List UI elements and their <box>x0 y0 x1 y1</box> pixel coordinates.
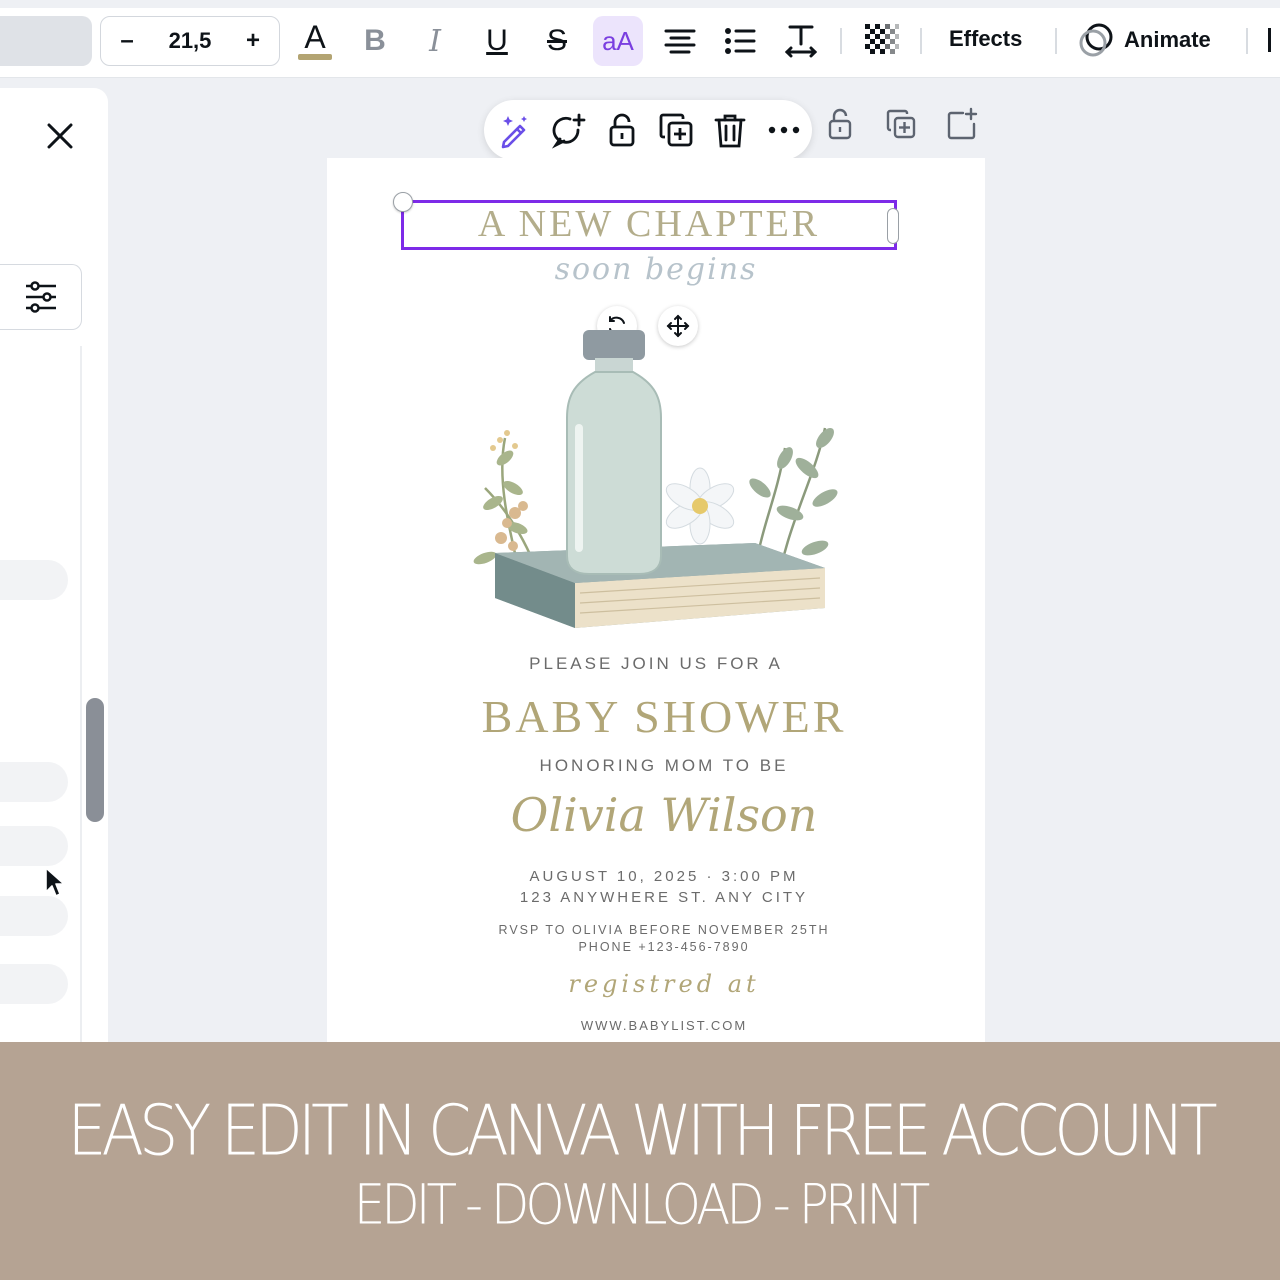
strikethrough-icon: S <box>546 24 567 57</box>
animate-icon <box>1079 23 1113 57</box>
bullet-list-icon <box>725 28 756 54</box>
resize-handle-side[interactable] <box>887 208 899 244</box>
list-button[interactable] <box>715 16 765 66</box>
font-size-increase-button[interactable]: + <box>243 27 263 55</box>
list-item-placeholder <box>0 560 68 600</box>
toolbar-divider <box>1055 28 1057 54</box>
rsvp-text[interactable]: RVSP TO OLIVIA BEFORE NOVEMBER 25TH PHON… <box>327 922 1001 956</box>
toolbar-divider <box>840 28 842 54</box>
honoring-line-text[interactable]: HONORING MOM TO BE <box>327 756 1001 776</box>
date-line: AUGUST 10, 2025 · 3:00 PM <box>529 868 799 885</box>
more-options-icon[interactable] <box>764 110 804 150</box>
letter-case-icon: aA <box>602 25 634 56</box>
guest-name-text[interactable]: Olivia Wilson <box>327 788 1001 842</box>
close-icon[interactable] <box>42 118 78 154</box>
animate-label: Animate <box>1124 27 1211 52</box>
italic-button[interactable]: I <box>410 16 460 66</box>
registry-label-text[interactable]: registred at <box>327 970 1001 998</box>
underline-button[interactable]: U <box>472 16 522 66</box>
event-title-text[interactable]: BABY SHOWER <box>327 690 1001 743</box>
spacing-button[interactable] <box>776 16 826 66</box>
page-duplicate-icon[interactable] <box>883 106 919 142</box>
position-button-partial[interactable] <box>1268 28 1280 52</box>
trash-icon[interactable] <box>710 110 750 150</box>
letter-case-button[interactable]: aA <box>593 16 643 66</box>
text-color-swatch <box>298 54 332 60</box>
filter-button[interactable] <box>0 264 82 330</box>
panel-scrollbar[interactable] <box>86 698 104 822</box>
font-size-value[interactable]: 21,5 <box>169 28 212 54</box>
panel-divider <box>80 346 82 1048</box>
list-item-placeholder <box>0 762 68 802</box>
promo-banner: EASY EDIT IN CANVA WITH FREE ACCOUNT EDI… <box>0 1042 1280 1280</box>
banner-subtitle: EDIT - DOWNLOAD - PRINT <box>353 1173 931 1237</box>
side-panel <box>0 88 108 1048</box>
design-page[interactable]: A NEW CHAPTER soon begins PLEASE JOIN US… <box>327 158 985 1048</box>
rsvp-line: RVSP TO OLIVIA BEFORE NOVEMBER 25TH <box>498 923 830 937</box>
list-item-placeholder <box>0 826 68 866</box>
script-subheading-text[interactable]: soon begins <box>327 252 985 287</box>
add-page-icon[interactable] <box>943 106 979 142</box>
editor-toolbar: – 21,5 + A B I U S aA Effects Animate <box>0 0 1280 78</box>
registry-url-text[interactable]: WWW.BABYLIST.COM <box>327 1018 1001 1033</box>
animate-button[interactable]: Animate <box>1078 20 1211 60</box>
transparency-icon <box>865 24 899 54</box>
text-color-icon: A <box>304 19 326 55</box>
banner-title: EASY EDIT IN CANVA WITH FREE ACCOUNT <box>67 1089 1217 1172</box>
page-lock-icon[interactable] <box>822 106 858 142</box>
comment-add-icon[interactable] <box>548 110 588 150</box>
bottle-book-illustration[interactable] <box>455 328 855 638</box>
text-color-button[interactable]: A <box>290 16 340 66</box>
event-details-text[interactable]: AUGUST 10, 2025 · 3:00 PM 123 ANYWHERE S… <box>327 866 1001 908</box>
effects-button[interactable]: Effects <box>949 26 1022 52</box>
text-spacing-icon <box>784 25 818 58</box>
align-center-icon <box>664 29 696 54</box>
font-size-control: – 21,5 + <box>100 16 280 66</box>
list-item-placeholder <box>0 964 68 1004</box>
font-family-dropdown[interactable] <box>0 16 92 66</box>
toolbar-divider <box>1246 28 1248 54</box>
duplicate-icon[interactable] <box>656 110 696 150</box>
element-toolbar <box>484 100 812 160</box>
mouse-cursor-icon <box>45 867 65 897</box>
list-item-placeholder <box>0 896 68 936</box>
phone-line: PHONE +123-456-7890 <box>578 940 750 954</box>
strikethrough-button[interactable]: S <box>532 16 582 66</box>
bold-button[interactable]: B <box>350 16 400 66</box>
resize-handle-corner[interactable] <box>393 192 413 212</box>
align-button[interactable] <box>655 16 705 66</box>
filter-sliders-icon <box>25 281 56 313</box>
address-line: 123 ANYWHERE ST. ANY CITY <box>519 889 809 906</box>
invite-line-text[interactable]: PLEASE JOIN US FOR A <box>327 654 985 674</box>
lock-icon[interactable] <box>602 110 642 150</box>
magic-edit-icon[interactable] <box>494 110 534 150</box>
text-selection-box[interactable] <box>401 200 897 250</box>
transparency-button[interactable] <box>857 16 907 66</box>
italic-icon: I <box>429 23 441 59</box>
font-size-decrease-button[interactable]: – <box>117 27 137 55</box>
bold-icon: B <box>364 24 386 57</box>
toolbar-divider <box>920 28 922 54</box>
underline-icon: U <box>486 24 508 57</box>
